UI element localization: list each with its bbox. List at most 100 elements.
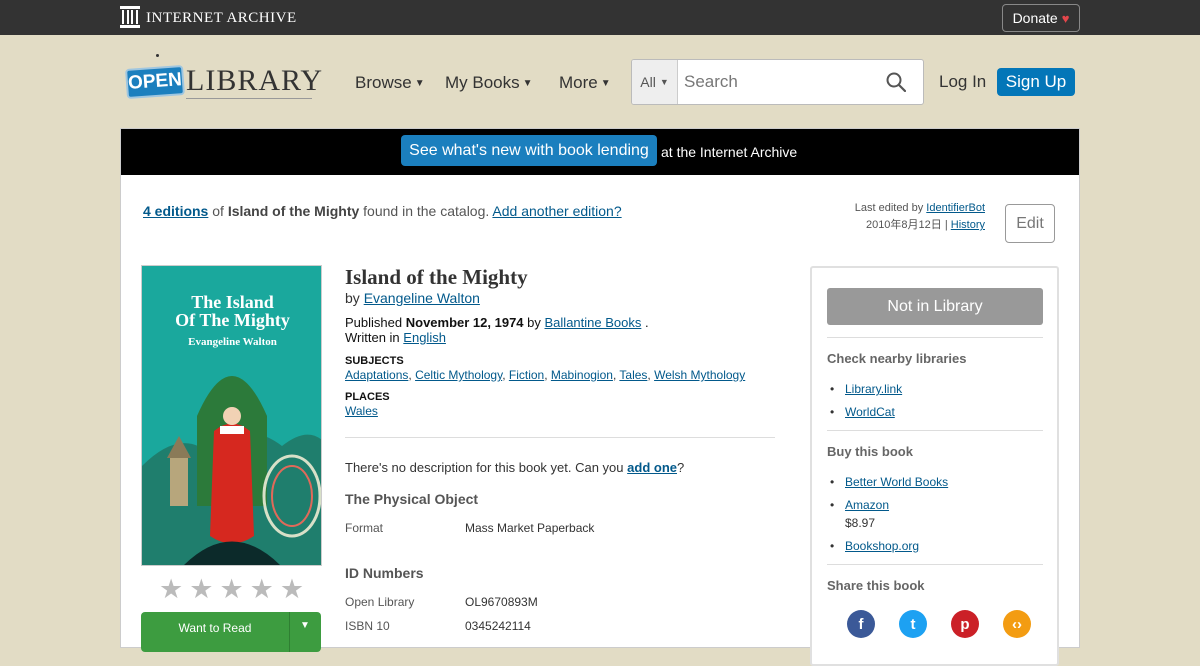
subjects-heading: SUBJECTS [345, 355, 404, 367]
book-cover[interactable]: The Island Of The Mighty Evangeline Walt… [141, 265, 322, 566]
sidebar-divider [827, 564, 1043, 565]
login-link[interactable]: Log In [939, 72, 986, 92]
reading-status-dropdown[interactable]: ▼ [289, 612, 321, 652]
banner-text: at the Internet Archive [661, 144, 798, 160]
publish-info: Published November 12, 1974 by Ballantin… [345, 315, 649, 330]
subject-link[interactable]: Mabinogion [551, 368, 613, 382]
worldcat-link[interactable]: WorldCat [845, 405, 895, 419]
internet-archive-bar: INTERNET ARCHIVE Donate ♥ [0, 0, 1200, 35]
add-description-link[interactable]: add one [627, 460, 677, 475]
open-library-logo[interactable]: OPEN LIBRARY [125, 54, 322, 102]
id-label: Open Library [345, 595, 415, 609]
id-value: OL9670893M [465, 595, 538, 609]
star-icon[interactable]: ★ [280, 576, 304, 603]
book-title: Island of the Mighty [345, 265, 528, 289]
book-lending-button[interactable]: See what's new with book lending [401, 135, 657, 166]
availability-sidebar: Not in Library Check nearby libraries Li… [810, 266, 1059, 666]
search-icon[interactable] [886, 72, 906, 92]
description: There's no description for this book yet… [345, 460, 684, 475]
list-item: Library.link [830, 382, 902, 396]
star-icon[interactable]: ★ [250, 576, 274, 603]
want-to-read-button[interactable]: Want to Read ▼ [141, 612, 321, 652]
facebook-icon[interactable]: f [847, 610, 875, 638]
add-edition-link[interactable]: Add another edition? [492, 203, 621, 219]
nav-more[interactable]: More ▼ [559, 73, 611, 93]
star-icon[interactable]: ★ [159, 576, 183, 603]
written-in-label: Written in [345, 330, 400, 345]
subject-link[interactable]: Fiction [509, 368, 544, 382]
editions-count-link[interactable]: 4 editions [143, 203, 208, 219]
author-link[interactable]: Evangeline Walton [364, 290, 480, 306]
better-world-books-link[interactable]: Better World Books [845, 475, 948, 489]
embed-icon[interactable]: ‹› [1003, 610, 1031, 638]
want-to-read-label: Want to Read [178, 621, 252, 635]
editions-summary: 4 editions of Island of the Mighty found… [143, 203, 622, 219]
internet-archive-logo[interactable]: INTERNET ARCHIVE [120, 6, 297, 28]
buy-book-heading: Buy this book [827, 444, 913, 459]
editions-found-text: found in the catalog. [363, 203, 490, 219]
chevron-down-icon: ▼ [522, 78, 533, 90]
format-label: Format [345, 521, 384, 535]
chevron-down-icon: ▼ [414, 78, 425, 90]
nav-more-label: More [559, 73, 598, 92]
format-value: Mass Market Paperback [465, 521, 595, 535]
librarylink-link[interactable]: Library.link [845, 382, 902, 396]
id-value: 0345242114 [465, 619, 531, 633]
twitter-icon[interactable]: t [899, 610, 927, 638]
nav-my-books[interactable]: My Books ▼ [445, 73, 533, 93]
places-heading: PLACES [345, 391, 390, 403]
subject-link[interactable]: Adaptations [345, 368, 408, 382]
signup-button[interactable]: Sign Up [997, 68, 1075, 96]
search-input[interactable] [678, 60, 878, 104]
publisher-end: . [644, 315, 649, 330]
chevron-down-icon: ▼ [300, 620, 310, 631]
star-icon[interactable]: ★ [189, 576, 213, 603]
publisher-link[interactable]: Ballantine Books [545, 315, 642, 330]
language-info: Written in English [345, 330, 446, 345]
language-link[interactable]: English [403, 330, 446, 345]
physical-object-heading: The Physical Object [345, 491, 479, 507]
internet-archive-wordmark: INTERNET ARCHIVE [146, 9, 297, 26]
last-edited-label: Last edited by [854, 202, 924, 214]
last-edited-date: 2010年8月12日 [865, 219, 942, 231]
logo-underline [186, 98, 312, 99]
edit-info-separator: | [944, 219, 948, 231]
not-in-library-button[interactable]: Not in Library [827, 288, 1043, 325]
list-item: Amazon [830, 498, 889, 512]
main-content-card: See what's new with book lending at the … [120, 128, 1080, 666]
editions-work-title: Island of the Mighty [227, 203, 360, 219]
subject-link[interactable]: Welsh Mythology [654, 368, 745, 382]
bookshop-link[interactable]: Bookshop.org [845, 539, 919, 553]
nav-browse[interactable]: Browse ▼ [355, 73, 425, 93]
lending-banner: See what's new with book lending at the … [121, 129, 1079, 175]
id-numbers-heading: ID Numbers [345, 565, 424, 581]
sidebar-divider [827, 430, 1043, 431]
amazon-price: $8.97 [845, 516, 876, 530]
editor-link[interactable]: IdentifierBot [926, 202, 985, 214]
donate-button[interactable]: Donate ♥ [1002, 4, 1080, 32]
edit-button[interactable]: Edit [1005, 204, 1055, 243]
id-label: ISBN 10 [345, 619, 390, 633]
logo-open-badge: OPEN [125, 65, 185, 99]
description-end: ? [677, 460, 685, 475]
rating-stars[interactable]: ★ ★ ★ ★ ★ [159, 576, 304, 603]
subject-link[interactable]: Tales [619, 368, 647, 382]
publish-date: November 12, 1974 [405, 315, 524, 330]
chevron-down-icon: ▼ [659, 77, 669, 87]
chevron-down-icon: ▼ [600, 78, 611, 90]
search-scope-select[interactable]: All ▼ [632, 60, 678, 104]
archive-building-icon [120, 6, 140, 28]
description-text: There's no description for this book yet… [345, 460, 624, 475]
donate-label: Donate [1012, 10, 1058, 26]
nearby-libraries-heading: Check nearby libraries [827, 351, 967, 366]
place-link[interactable]: Wales [345, 404, 378, 418]
pinterest-icon[interactable]: p [951, 610, 979, 638]
sidebar-divider [827, 337, 1043, 338]
history-link[interactable]: History [951, 219, 985, 231]
nav-browse-label: Browse [355, 73, 412, 92]
search-scope-value: All [640, 74, 656, 90]
star-icon[interactable]: ★ [219, 576, 243, 603]
logo-dot [156, 54, 159, 57]
amazon-link[interactable]: Amazon [845, 498, 889, 512]
subject-link[interactable]: Celtic Mythology [415, 368, 502, 382]
